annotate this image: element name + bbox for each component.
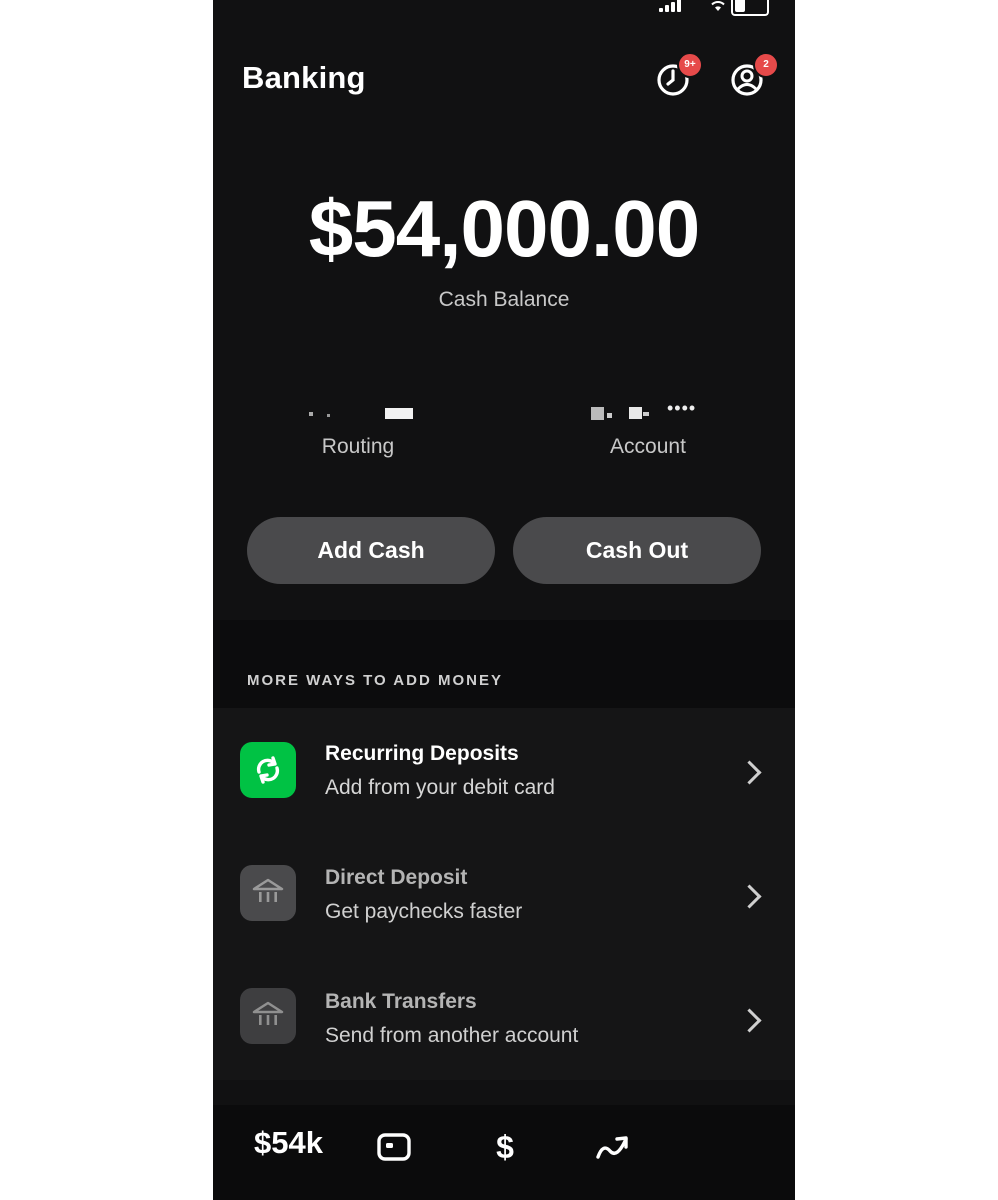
investing-icon [596,1136,628,1159]
profile-badge: 2 [753,52,779,78]
battery-icon [731,0,769,16]
list-item-subtitle: Add from your debit card [325,776,555,799]
bottom-nav: $54k $ [213,1105,795,1200]
svg-text:$: $ [496,1129,514,1165]
signal-bar [671,2,675,12]
section-header-band [213,620,795,708]
nav-cash-tab[interactable]: $ [485,1127,525,1167]
list-item-title: Recurring Deposits [325,742,519,765]
list-item-bank-transfers[interactable]: Bank Transfers Send from another account [213,956,795,1080]
bank-icon [240,865,296,921]
list-item-subtitle: Get paychecks faster [325,900,523,923]
activity-badge: 9+ [677,52,703,78]
activity-button[interactable]: 9+ [655,52,703,96]
refresh-icon [240,742,296,798]
more-ways-section-title: MORE WAYS TO ADD MONEY [247,672,503,689]
list-item-subtitle: Send from another account [325,1024,579,1047]
add-cash-button[interactable]: Add Cash [247,517,495,584]
profile-button[interactable]: 2 [729,52,779,96]
signal-bar [677,0,681,12]
nav-balance-tab[interactable]: $54k [254,1125,323,1161]
bank-icon [240,988,296,1044]
card-icon [377,1133,411,1161]
nav-investing-tab[interactable] [593,1127,633,1167]
nav-card-tab[interactable] [374,1127,414,1167]
routing-number-masked[interactable] [309,404,429,420]
page-title: Banking [242,60,366,95]
signal-bar [665,5,669,12]
cash-balance-amount: $54,000.00 [308,184,700,273]
list-item-title: Bank Transfers [325,990,477,1013]
list-item-title: Direct Deposit [325,866,468,889]
chevron-right-icon [737,884,762,909]
list-item-direct-deposit[interactable]: Direct Deposit Get paychecks faster [213,832,795,956]
more-ways-list: Recurring Deposits Add from your debit c… [213,708,795,1080]
wifi-icon [709,0,727,15]
signal-bar [659,8,663,12]
list-item-recurring-deposits[interactable]: Recurring Deposits Add from your debit c… [213,708,795,832]
status-bar [653,0,793,18]
chevron-right-icon [737,1008,762,1033]
account-number-masked[interactable]: •••• [591,398,711,420]
routing-label: Routing [321,435,395,458]
account-mask-dots: •••• [667,398,697,418]
cash-balance-label: Cash Balance [438,288,570,311]
account-label: Account [610,435,686,458]
cash-out-button[interactable]: Cash Out [513,517,761,584]
chevron-right-icon [737,760,762,785]
dollar-icon: $ [496,1129,514,1165]
phone-screen: Banking 9+ 2 $54,000.00 Cash Balance Rou… [213,0,795,1200]
